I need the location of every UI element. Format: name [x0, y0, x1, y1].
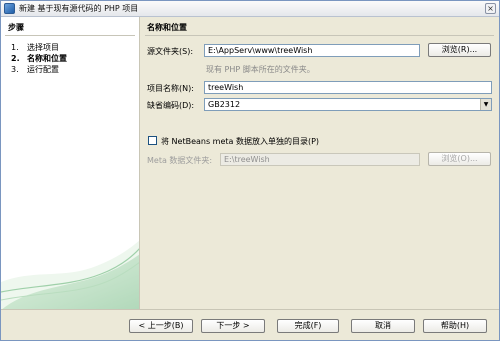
- section-divider: [145, 35, 494, 36]
- steps-title: 步骤: [8, 23, 24, 32]
- project-name-input[interactable]: treeWish: [204, 81, 492, 94]
- back-button[interactable]: < 上一步(B): [129, 319, 193, 333]
- step-label: 名称和位置: [27, 54, 67, 63]
- title-bar: 新建 基于现有源代码的 PHP 项目 ×: [1, 1, 499, 17]
- window-title: 新建 基于现有源代码的 PHP 项目: [19, 4, 139, 13]
- step-number: 3.: [11, 65, 19, 74]
- browse-source-button[interactable]: 浏览(R)...: [428, 43, 491, 57]
- help-button[interactable]: 帮助(H): [423, 319, 487, 333]
- step-number: 1.: [11, 43, 19, 52]
- button-bar: < 上一步(B) 下一步 > 完成(F) 取消 帮助(H): [1, 310, 499, 340]
- source-folder-input[interactable]: E:\AppServ\www\treeWish: [204, 44, 420, 57]
- step-number: 2.: [11, 54, 20, 63]
- steps-panel: 步骤 1. 选择项目 2. 名称和位置 3. 运行配置: [1, 17, 140, 310]
- step-3: 3. 运行配置: [11, 64, 59, 75]
- project-name-label: 项目名称(N):: [147, 84, 194, 93]
- meta-folder-label: Meta 数据文件夹:: [147, 156, 213, 165]
- finish-button[interactable]: 完成(F): [277, 319, 339, 333]
- section-title: 名称和位置: [147, 23, 187, 32]
- encoding-label: 缺省编码(D):: [147, 101, 195, 110]
- source-folder-label: 源文件夹(S):: [147, 47, 194, 56]
- decorative-swirl: [1, 240, 139, 310]
- encoding-select[interactable]: GB2312 ▼: [204, 98, 492, 111]
- form-panel: 名称和位置 源文件夹(S): E:\AppServ\www\treeWish 浏…: [141, 17, 499, 310]
- steps-divider: [5, 35, 135, 36]
- close-button[interactable]: ×: [485, 3, 496, 14]
- step-label: 选择项目: [27, 43, 59, 52]
- source-folder-hint: 现有 PHP 脚本所在的文件夹。: [206, 65, 315, 74]
- step-label: 运行配置: [27, 65, 59, 74]
- meta-checkbox-label[interactable]: 将 NetBeans meta 数据放入单独的目录(P): [161, 136, 319, 147]
- netbeans-icon: [4, 3, 15, 14]
- chevron-down-icon[interactable]: ▼: [480, 99, 491, 110]
- meta-checkbox[interactable]: [148, 136, 157, 145]
- browse-meta-button[interactable]: 浏览(O)...: [428, 152, 491, 166]
- next-button[interactable]: 下一步 >: [201, 319, 265, 333]
- encoding-value: GB2312: [208, 100, 241, 109]
- step-2: 2. 名称和位置: [11, 53, 67, 64]
- step-1: 1. 选择项目: [11, 42, 59, 53]
- meta-folder-input[interactable]: E:\treeWish: [220, 153, 420, 166]
- wizard-window: 新建 基于现有源代码的 PHP 项目 × 步骤 1. 选择项目 2. 名称和位置 3…: [0, 0, 500, 341]
- cancel-button[interactable]: 取消: [351, 319, 415, 333]
